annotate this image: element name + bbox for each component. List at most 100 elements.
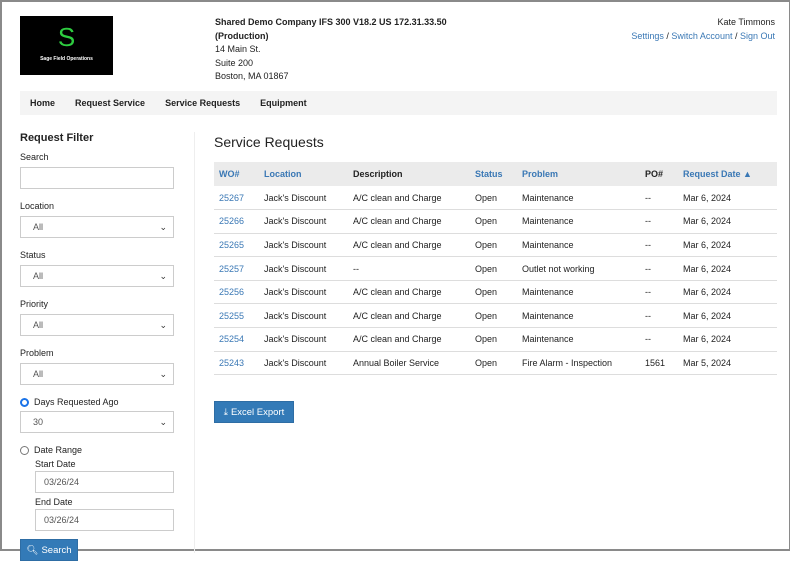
cell-location: Jack's Discount (259, 280, 348, 305)
date-range-radio[interactable]: Date Range (20, 445, 175, 455)
chevron-down-icon: ⌄ (159, 271, 167, 281)
cell-request-date: Mar 6, 2024 (678, 256, 777, 281)
cell-status: Open (470, 351, 517, 376)
search-icon: 🔍︎ (26, 544, 39, 556)
priority-select[interactable]: All ⌄ (20, 314, 174, 336)
days-select[interactable]: 30 ⌄ (20, 411, 174, 433)
cell-wo[interactable]: 25265 (214, 233, 259, 258)
col-request-date[interactable]: Request Date ▲ (678, 162, 777, 186)
company-env: (Production) (215, 30, 269, 41)
chevron-down-icon: ⌄ (159, 222, 167, 232)
cell-wo[interactable]: 25256 (214, 280, 259, 305)
nav-service-requests[interactable]: Service Requests (165, 98, 240, 108)
page: S Sage Field Operations Shared Demo Comp… (0, 0, 790, 561)
table-row: 25257 Jack's Discount -- Open Outlet not wor… (214, 256, 777, 281)
col-problem[interactable]: Problem (517, 162, 640, 186)
cell-po: -- (640, 280, 678, 305)
separator: / (732, 30, 740, 41)
cell-problem: Maintenance (517, 303, 640, 329)
cell-location: Jack's Discount (259, 209, 348, 234)
days-label: Days Requested Ago (34, 397, 119, 407)
radio-unchecked-icon[interactable] (20, 445, 29, 455)
cell-po: -- (640, 233, 678, 258)
problem-label: Problem (20, 348, 54, 358)
cell-request-date: Mar 6, 2024 (678, 327, 777, 352)
cell-request-date: Mar 6, 2024 (678, 303, 777, 329)
cell-description: A/C clean and Charge (348, 327, 470, 352)
chevron-down-icon: ⌄ (159, 417, 167, 427)
col-status[interactable]: Status (470, 162, 517, 186)
main-nav: Home Request Service Service Requests Eq… (20, 91, 777, 115)
cell-problem: Maintenance (517, 233, 640, 258)
nav-equipment[interactable]: Equipment (260, 98, 307, 108)
user-name: Kate Timmons (717, 17, 775, 27)
cell-status: Open (470, 233, 517, 258)
cell-request-date: Mar 6, 2024 (678, 233, 777, 258)
col-po: PO# (640, 162, 678, 186)
table-row: 25254 Jack's Discount A/C clean and Charge… (214, 327, 777, 352)
cell-problem: Maintenance (517, 280, 640, 305)
service-requests-panel: Service Requests WO# Location Descriptio… (214, 134, 777, 424)
cell-status: Open (470, 280, 517, 305)
cell-wo[interactable]: 25266 (214, 209, 259, 234)
service-requests-table: WO# Location Description Status Problem … (214, 162, 777, 376)
problem-value: All (33, 369, 44, 379)
status-select[interactable]: All ⌄ (20, 265, 174, 287)
cell-request-date: Mar 5, 2024 (678, 351, 777, 376)
table-row: 25267 Jack's Discount A/C clean and Charge… (214, 186, 777, 211)
cell-problem: Maintenance (517, 327, 640, 352)
excel-export-button[interactable]: ⤓ Excel Export (214, 401, 294, 424)
company-info: Shared Demo Company IFS 300 V18.2 US 172… (215, 16, 447, 84)
nav-request-service[interactable]: Request Service (75, 98, 145, 108)
problem-select[interactable]: All ⌄ (20, 363, 174, 385)
cell-problem: Maintenance (517, 186, 640, 211)
page-title: Service Requests (214, 134, 324, 150)
date-range-label: Date Range (34, 445, 83, 455)
cell-wo[interactable]: 25254 (214, 327, 259, 352)
cell-status: Open (470, 209, 517, 234)
settings-link[interactable]: Settings (631, 31, 664, 41)
cell-po: 1561 (640, 351, 678, 376)
cell-wo[interactable]: 25267 (214, 186, 259, 211)
cell-wo[interactable]: 25257 (214, 256, 259, 281)
cell-description: Annual Boiler Service (348, 351, 470, 376)
start-date-input[interactable]: 03/26/24 (35, 471, 174, 493)
location-select[interactable]: All ⌄ (20, 216, 174, 238)
priority-value: All (33, 320, 44, 330)
chevron-down-icon: ⌄ (159, 320, 167, 330)
start-date-label: Start Date (35, 459, 76, 469)
cell-description: A/C clean and Charge (348, 280, 470, 305)
search-button[interactable]: 🔍︎ Search (20, 539, 78, 561)
cell-status: Open (470, 303, 517, 329)
table-row: 25265 Jack's Discount A/C clean and Charge… (214, 233, 777, 258)
address-city: Boston, MA 01867 (215, 71, 289, 81)
cell-problem: Outlet not working (517, 256, 640, 281)
cell-location: Jack's Discount (259, 327, 348, 352)
table-row: 25256 Jack's Discount A/C clean and Charge… (214, 280, 777, 305)
col-location[interactable]: Location (259, 162, 348, 186)
cell-request-date: Mar 6, 2024 (678, 186, 777, 211)
cell-location: Jack's Discount (259, 256, 348, 281)
request-filter: Request Filter Search Location All ⌄ Stat… (20, 132, 175, 561)
end-date-input[interactable]: 03/26/24 (35, 509, 174, 531)
search-label: Search (20, 152, 49, 162)
cell-location: Jack's Discount (259, 186, 348, 211)
days-value: 30 (33, 417, 44, 427)
cell-status: Open (470, 186, 517, 211)
priority-label: Priority (20, 299, 49, 309)
cell-wo[interactable]: 25255 (214, 303, 259, 329)
search-input[interactable] (20, 167, 174, 189)
cell-po: -- (640, 256, 678, 281)
switch-account-link[interactable]: Switch Account (671, 31, 732, 41)
cell-description: A/C clean and Charge (348, 303, 470, 329)
request-date-label: Request Date (683, 169, 741, 179)
address-line2: Suite 200 (215, 57, 254, 68)
nav-home[interactable]: Home (30, 98, 55, 108)
cell-wo[interactable]: 25243 (214, 351, 259, 376)
radio-checked-icon[interactable] (20, 397, 29, 407)
cell-status: Open (470, 327, 517, 352)
col-wo[interactable]: WO# (214, 162, 259, 186)
cell-description: A/C clean and Charge (348, 186, 470, 211)
days-requested-radio[interactable]: Days Requested Ago (20, 397, 175, 407)
sign-out-link[interactable]: Sign Out (740, 31, 775, 41)
